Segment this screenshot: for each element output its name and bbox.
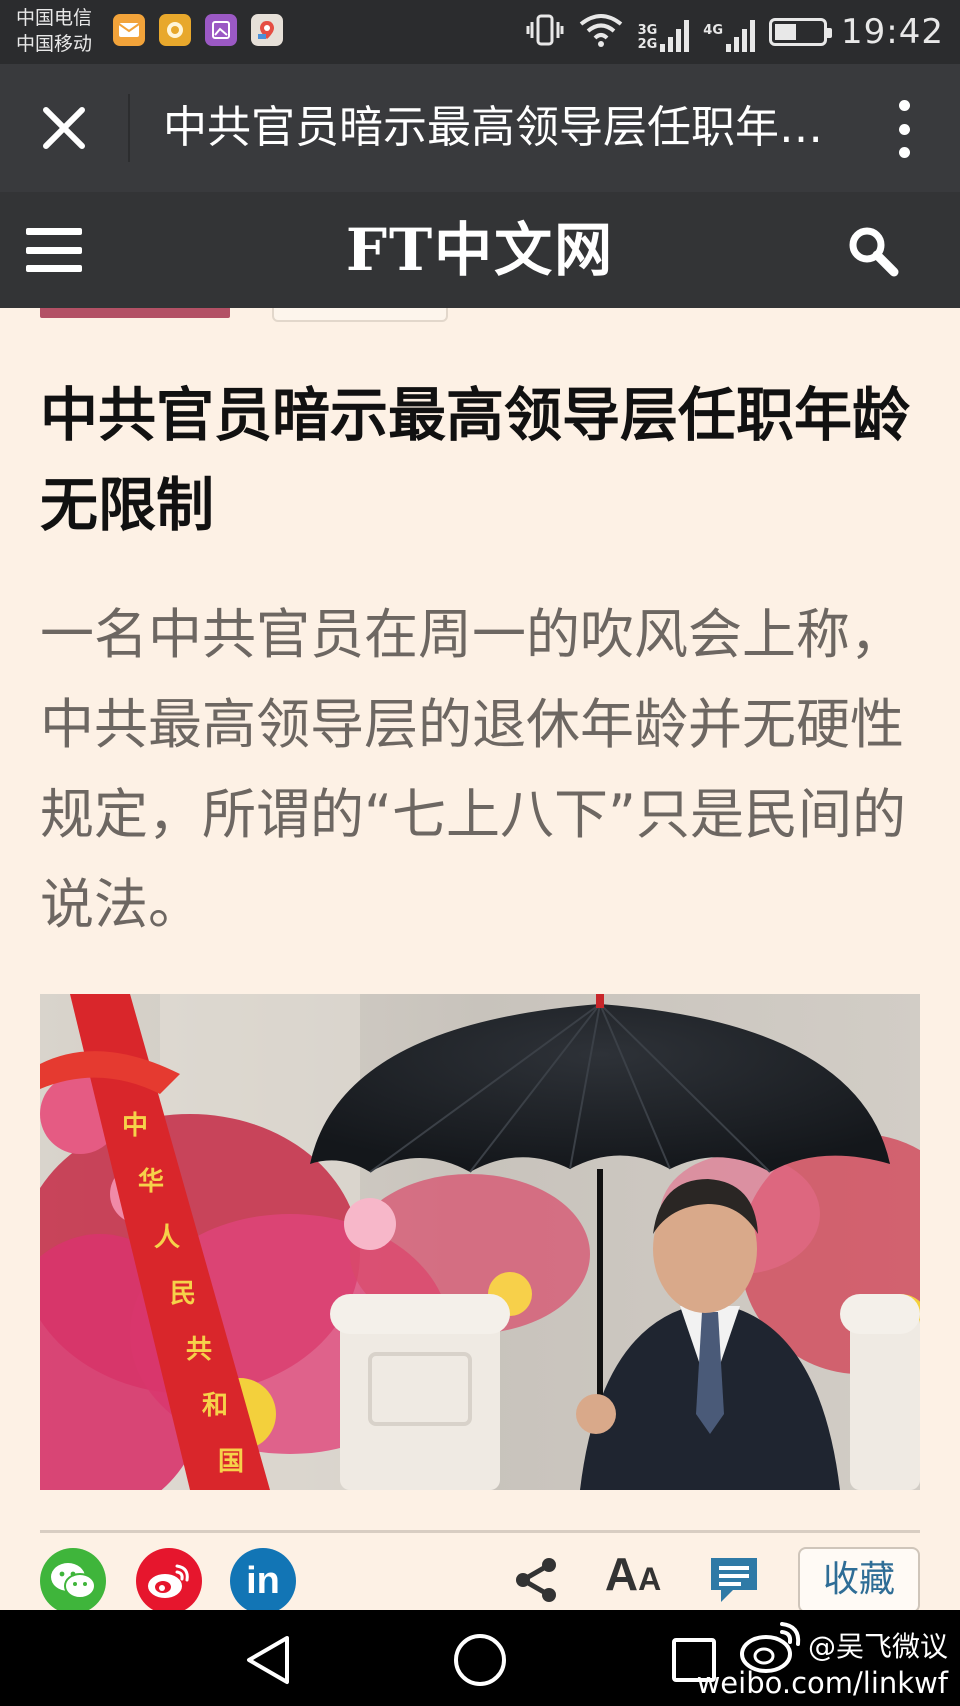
more-menu-button[interactable] — [894, 100, 914, 158]
share-icon — [516, 1558, 556, 1602]
share-bar: in AA 收藏 — [0, 1540, 960, 1614]
svg-text:共: 共 — [186, 1335, 212, 1365]
article-photo[interactable]: 中华人 民共和国 — [40, 994, 920, 1490]
comment-icon — [711, 1558, 757, 1602]
signal-4g: 4G — [703, 12, 756, 52]
article-lead: 一名中共官员在周一的吹风会上称，中共最高领导层的退休年龄并无硬性规定，所谓的“七… — [40, 603, 906, 936]
back-icon — [247, 1636, 289, 1684]
home-icon — [454, 1634, 506, 1686]
photo-illustration: 中华人 民共和国 — [40, 994, 920, 1490]
share-separator — [40, 1530, 920, 1533]
net-3g-label: 3G — [637, 23, 658, 38]
browser-titlebar: 中共官员暗示最高领导层任职年龄无限制 — [0, 64, 960, 192]
wifi-icon — [578, 12, 624, 52]
wechat-icon — [51, 1563, 96, 1599]
svg-text:中: 中 — [122, 1111, 148, 1141]
net-2g-label: 2G — [637, 37, 658, 52]
clock: 19:42 — [841, 12, 944, 52]
search-icon — [849, 227, 899, 277]
scrolled-category-row — [0, 308, 960, 328]
weibo-icon — [148, 1564, 189, 1598]
site-header: FT中文网 — [0, 192, 960, 308]
signal-3g-2g: 3G 2G — [638, 12, 690, 52]
share-linkedin-button[interactable]: in — [230, 1548, 296, 1614]
watermark-url: weibo.com/linkwf — [696, 1666, 948, 1700]
site-logo[interactable]: FT中文网 — [0, 192, 960, 308]
svg-text:国: 国 — [218, 1447, 244, 1477]
notification-icons — [113, 14, 283, 46]
more-vertical-icon — [898, 100, 910, 111]
article-headline: 中共官员暗示最高领导层任职年龄无限制 — [40, 381, 911, 539]
vibrate-icon — [526, 13, 564, 51]
maps-icon — [251, 14, 283, 46]
linkedin-icon: in — [246, 1560, 280, 1602]
browser-title: 中共官员暗示最高领导层任职年龄无限制 — [163, 102, 823, 153]
carrier-2: 中国移动 — [16, 33, 93, 55]
svg-text:和: 和 — [202, 1391, 228, 1421]
status-bar: 中国电信 中国移动 3G 2G 4G 19:42 — [0, 0, 960, 64]
svg-text:民: 民 — [170, 1279, 196, 1309]
phone-screen: 中国电信 中国移动 3G 2G 4G 19:42 中共官员暗示最高领导层任职年龄… — [0, 0, 960, 1706]
share-button[interactable] — [508, 1548, 564, 1612]
battery-level — [775, 24, 797, 40]
carrier-1: 中国电信 — [16, 7, 93, 29]
nav-home-button[interactable] — [450, 1630, 510, 1690]
photo-icon — [205, 14, 237, 46]
weibo-watermark: @吴飞微议 weibo.com/linkwf — [697, 1616, 948, 1702]
close-icon — [43, 107, 85, 149]
net-4g-label: 4G — [703, 23, 724, 38]
hamburger-menu-button[interactable] — [26, 228, 82, 272]
battery-icon — [769, 18, 833, 46]
share-wechat-button[interactable] — [40, 1548, 106, 1614]
carrier-info: 中国电信 中国移动 — [16, 5, 92, 57]
share-weibo-button[interactable] — [136, 1548, 202, 1614]
comment-button[interactable] — [704, 1548, 764, 1612]
titlebar-divider — [128, 94, 130, 162]
search-button[interactable] — [846, 224, 900, 278]
font-size-button[interactable]: AA — [598, 1548, 668, 1612]
status-right: 3G 2G 4G 19:42 — [526, 8, 944, 56]
hand-icon — [159, 14, 191, 46]
svg-text:人: 人 — [154, 1223, 180, 1253]
favorite-button[interactable]: 收藏 — [798, 1547, 920, 1613]
nav-back-button[interactable] — [238, 1630, 298, 1690]
font-size-small-a: A — [638, 1561, 662, 1597]
tag-box-cut — [272, 308, 448, 322]
font-size-icon: AA — [604, 1548, 662, 1600]
mail-icon — [113, 14, 145, 46]
category-label-cut — [40, 308, 230, 318]
close-button[interactable] — [30, 98, 98, 158]
hamburger-icon — [26, 228, 82, 235]
svg-text:华: 华 — [138, 1166, 164, 1197]
watermark-handle: @吴飞微议 — [807, 1630, 948, 1663]
